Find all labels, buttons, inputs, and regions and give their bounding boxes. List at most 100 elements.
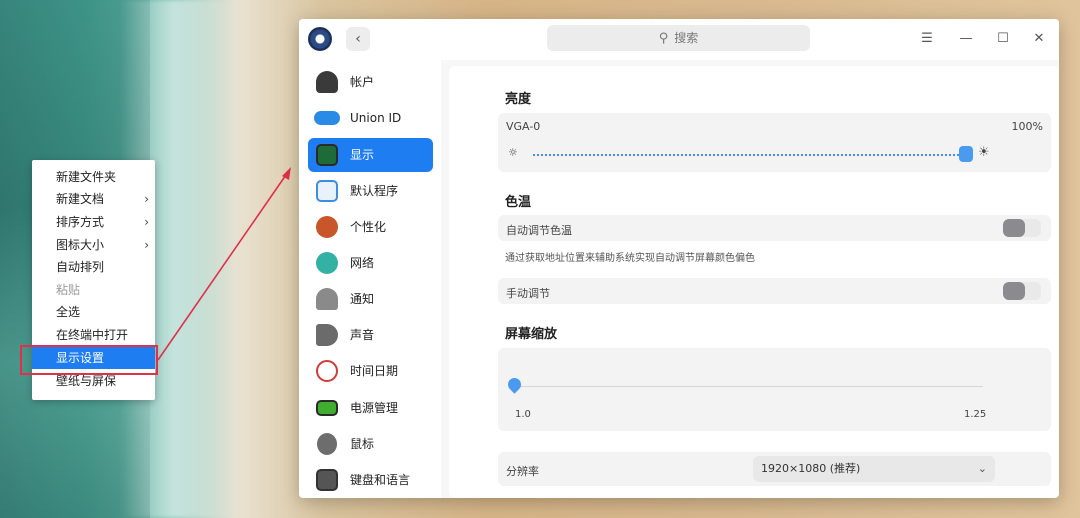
sidebar-item-label: 个性化 bbox=[350, 220, 387, 234]
minimize-icon: — bbox=[959, 31, 973, 46]
minimize-button[interactable]: — bbox=[955, 28, 977, 50]
clock-icon bbox=[316, 360, 338, 382]
brightness-title: 亮度 bbox=[505, 92, 532, 107]
brightness-slider-track[interactable] bbox=[533, 154, 963, 159]
close-icon: ✕ bbox=[1033, 31, 1045, 46]
sidebar-item-display[interactable]: 显示 bbox=[308, 138, 433, 172]
scaling-max-label: 1.25 bbox=[964, 409, 987, 420]
sidebar-item-default-apps[interactable]: 默认程序 bbox=[308, 174, 433, 208]
toggle-knob bbox=[1003, 282, 1025, 300]
sun-low-icon: ☼ bbox=[508, 146, 518, 159]
battery-icon bbox=[316, 400, 338, 416]
scaling-title: 屏幕缩放 bbox=[505, 327, 558, 342]
menu-item-sort-by[interactable]: 排序方式 › bbox=[32, 211, 155, 233]
control-center-window: ‹ ⚲ 搜索 ☰ — ☐ ✕ 帐户 Union ID 显示 默认程序 个性化 网络… bbox=[299, 19, 1059, 498]
back-arrow-icon: ‹ bbox=[355, 31, 361, 47]
sidebar-item-personalization[interactable]: 个性化 bbox=[308, 210, 433, 244]
search-input[interactable]: ⚲ 搜索 bbox=[547, 25, 810, 51]
sidebar: 帐户 Union ID 显示 默认程序 个性化 网络 通知 声音 时间日期 电源… bbox=[299, 60, 441, 498]
display-icon bbox=[316, 144, 338, 166]
manual-adjust-label: 手动调节 bbox=[506, 287, 550, 300]
menu-item-paste: 粘贴 bbox=[32, 279, 155, 301]
mouse-icon bbox=[317, 433, 337, 455]
color-temp-title: 色温 bbox=[505, 195, 532, 210]
sidebar-item-label: 时间日期 bbox=[350, 364, 399, 378]
titlebar: ‹ ⚲ 搜索 ☰ — ☐ ✕ bbox=[299, 19, 1059, 60]
auto-color-temp-note: 通过获取地址位置来辅助系统实现自动调节屏幕颜色偏色 bbox=[505, 253, 755, 264]
brightness-slider-thumb[interactable] bbox=[959, 146, 973, 162]
menu-item-auto-arrange[interactable]: 自动排列 bbox=[32, 256, 155, 278]
menu-item-open-in-terminal[interactable]: 在终端中打开 bbox=[32, 324, 155, 346]
account-icon bbox=[316, 71, 338, 93]
speaker-icon bbox=[316, 324, 338, 346]
maximize-button[interactable]: ☐ bbox=[992, 28, 1014, 50]
scaling-slider-thumb[interactable] bbox=[505, 375, 524, 394]
resolution-row: 分辨率 1920×1080 (推荐) ⌄ bbox=[498, 452, 1051, 486]
sidebar-item-label: 键盘和语言 bbox=[350, 473, 411, 487]
menu-item-label: 新建文件夹 bbox=[56, 170, 117, 184]
search-icon: ⚲ bbox=[658, 31, 669, 46]
cloud-icon bbox=[314, 111, 340, 125]
back-button[interactable]: ‹ bbox=[346, 27, 370, 51]
toggle-knob bbox=[1003, 219, 1025, 237]
sidebar-item-label: 电源管理 bbox=[350, 401, 399, 415]
chevron-down-icon: ⌄ bbox=[977, 462, 987, 475]
menu-item-select-all[interactable]: 全选 bbox=[32, 301, 155, 323]
display-settings-panel: 亮度 VGA-0 100% ☼ ☀ 色温 自动调节色温 通过获取地址位置来辅助系… bbox=[449, 66, 1059, 498]
menu-item-label: 新建文档 bbox=[56, 192, 105, 206]
menu-button[interactable]: ☰ bbox=[916, 28, 938, 50]
menu-item-new-folder[interactable]: 新建文件夹 bbox=[32, 166, 155, 188]
annotation-highlight-box bbox=[20, 345, 158, 375]
brightness-card: VGA-0 100% ☼ ☀ bbox=[498, 113, 1051, 172]
sidebar-item-label: 声音 bbox=[350, 328, 375, 342]
sidebar-item-power[interactable]: 电源管理 bbox=[308, 391, 433, 425]
sidebar-item-account[interactable]: 帐户 bbox=[308, 65, 433, 99]
default-apps-icon bbox=[316, 180, 338, 202]
menu-item-label: 全选 bbox=[56, 305, 81, 319]
menu-item-label: 粘贴 bbox=[56, 283, 81, 297]
resolution-select[interactable]: 1920×1080 (推荐) ⌄ bbox=[753, 456, 995, 482]
sidebar-item-label: 网络 bbox=[350, 256, 375, 270]
sidebar-item-keyboard[interactable]: 键盘和语言 bbox=[308, 463, 433, 497]
auto-color-temp-row: 自动调节色温 bbox=[498, 215, 1051, 241]
bell-icon bbox=[316, 288, 338, 310]
menu-item-icon-size[interactable]: 图标大小 › bbox=[32, 234, 155, 256]
menu-item-label: 在终端中打开 bbox=[56, 328, 129, 342]
sidebar-item-label: 显示 bbox=[350, 148, 375, 162]
submenu-arrow-icon: › bbox=[144, 192, 149, 206]
personalization-icon bbox=[316, 216, 338, 238]
menu-item-label: 自动排列 bbox=[56, 260, 105, 274]
menu-item-label: 排序方式 bbox=[56, 215, 105, 229]
sidebar-item-mouse[interactable]: 鼠标 bbox=[308, 427, 433, 461]
keyboard-icon bbox=[316, 469, 338, 491]
sidebar-item-union-id[interactable]: Union ID bbox=[308, 101, 433, 135]
menu-icon: ☰ bbox=[921, 31, 933, 46]
sidebar-item-notification[interactable]: 通知 bbox=[308, 282, 433, 316]
sidebar-item-label: 帐户 bbox=[350, 75, 375, 89]
sidebar-item-label: Union ID bbox=[350, 111, 402, 125]
search-placeholder: 搜索 bbox=[674, 31, 699, 45]
scaling-slider-track[interactable] bbox=[513, 386, 983, 387]
manual-adjust-row: 手动调节 bbox=[498, 278, 1051, 304]
resolution-label: 分辨率 bbox=[506, 465, 539, 478]
sidebar-item-datetime[interactable]: 时间日期 bbox=[308, 354, 433, 388]
manual-adjust-toggle[interactable] bbox=[1003, 282, 1041, 300]
auto-color-temp-label: 自动调节色温 bbox=[506, 224, 572, 237]
app-logo-icon bbox=[308, 27, 332, 51]
sidebar-item-sound[interactable]: 声音 bbox=[308, 318, 433, 352]
network-icon bbox=[316, 252, 338, 274]
resolution-value: 1920×1080 (推荐) bbox=[761, 462, 861, 475]
sidebar-item-network[interactable]: 网络 bbox=[308, 246, 433, 280]
auto-color-temp-toggle[interactable] bbox=[1003, 219, 1041, 237]
sun-high-icon: ☀ bbox=[978, 145, 990, 160]
sidebar-item-label: 鼠标 bbox=[350, 437, 375, 451]
submenu-arrow-icon: › bbox=[144, 238, 149, 252]
menu-item-label: 壁纸与屏保 bbox=[56, 374, 117, 388]
close-button[interactable]: ✕ bbox=[1028, 28, 1050, 50]
menu-item-new-document[interactable]: 新建文档 › bbox=[32, 188, 155, 210]
brightness-value: 100% bbox=[1011, 120, 1043, 133]
sidebar-item-label: 通知 bbox=[350, 292, 375, 306]
submenu-arrow-icon: › bbox=[144, 215, 149, 229]
sidebar-item-label: 默认程序 bbox=[350, 184, 399, 198]
monitor-name: VGA-0 bbox=[506, 120, 541, 133]
